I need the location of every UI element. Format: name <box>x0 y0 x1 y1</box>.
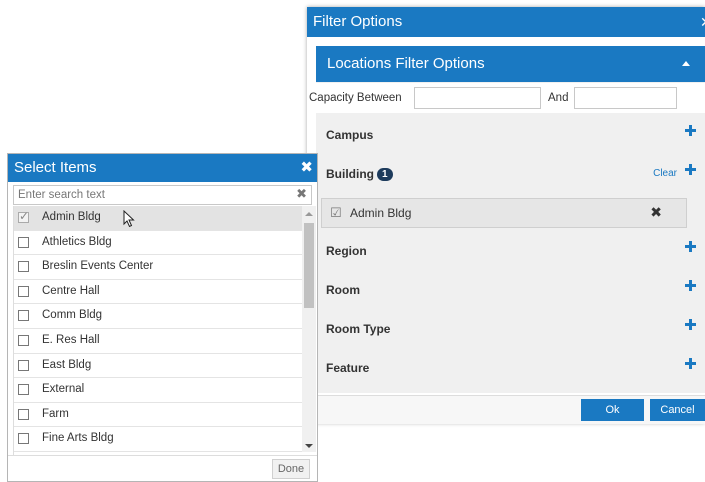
scroll-up-arrow-icon[interactable] <box>305 212 313 216</box>
locations-filter-panel: Locations Filter Options Capacity Betwee… <box>307 46 705 393</box>
list-item[interactable]: Comm Bldg <box>14 304 302 329</box>
add-icon[interactable] <box>685 164 696 175</box>
filter-row-building[interactable]: Building 1 Clear <box>316 155 705 194</box>
search-box: ✖ <box>13 185 312 205</box>
checkbox[interactable] <box>18 236 29 248</box>
checkbox[interactable] <box>18 285 29 297</box>
list-item[interactable]: Breslin Events Center <box>14 255 302 280</box>
filter-label-campus: Campus <box>326 128 374 142</box>
remove-icon[interactable]: ✖ <box>650 204 662 221</box>
checkbox[interactable] <box>18 433 29 445</box>
filter-options-dialog: Filter Options ✕ Locations Filter Option… <box>307 7 705 424</box>
list-scrollbar[interactable] <box>302 206 316 452</box>
capacity-row: Capacity Between And <box>307 83 705 113</box>
list-item[interactable]: E. Res Hall <box>14 328 302 354</box>
filter-label-feature: Feature <box>326 361 370 375</box>
list-item[interactable]: Athletics Bldg <box>14 230 302 256</box>
capacity-label: Capacity Between <box>309 92 402 104</box>
list-item-label: Athletics Bldg <box>42 235 112 248</box>
checkbox[interactable] <box>18 359 29 371</box>
filter-row-feature[interactable]: Feature <box>316 349 705 388</box>
clear-search-icon[interactable]: ✖ <box>296 186 307 202</box>
close-icon[interactable]: ✖ <box>300 154 313 182</box>
mouse-pointer-icon <box>123 210 135 228</box>
building-clear-link[interactable]: Clear <box>653 168 677 179</box>
checkmark-icon: ☑ <box>330 205 342 220</box>
search-input[interactable] <box>14 186 292 204</box>
scroll-down-arrow-icon[interactable] <box>305 444 313 448</box>
filter-label-room-type: Room Type <box>326 322 391 336</box>
close-icon[interactable]: ✕ <box>700 7 705 37</box>
checkbox[interactable] <box>18 384 29 396</box>
select-items-titlebar: Select Items ✖ <box>8 154 317 182</box>
list-item[interactable]: Admin Bldg <box>14 206 302 231</box>
filter-row-campus[interactable]: Campus <box>316 116 705 155</box>
collapse-caret-icon[interactable] <box>682 61 690 66</box>
filter-options-titlebar: Filter Options ✕ <box>307 7 705 37</box>
checkbox[interactable] <box>18 310 29 322</box>
filter-label-room: Room <box>326 283 360 297</box>
list-item-label: External <box>42 383 85 396</box>
list-item-label: East Bldg <box>42 358 92 371</box>
checkbox[interactable] <box>18 209 29 223</box>
capacity-max-input[interactable] <box>574 87 677 109</box>
list-item-label: E. Res Hall <box>42 333 100 346</box>
ok-button[interactable]: Ok <box>581 399 644 421</box>
list-item-label: Comm Bldg <box>42 309 103 322</box>
list-item-label: Centre Hall <box>42 284 100 297</box>
list-item[interactable]: East Bldg <box>14 353 302 379</box>
add-icon[interactable] <box>685 358 696 369</box>
done-button[interactable]: Done <box>272 459 310 479</box>
add-icon[interactable] <box>685 319 696 330</box>
select-items-dialog: Select Items ✖ ✖ Admin Bldg Athletics Bl… <box>7 153 318 482</box>
locations-filter-header[interactable]: Locations Filter Options <box>316 46 705 82</box>
filter-label-building: Building 1 <box>326 167 393 181</box>
list-item-label: Farm <box>42 407 69 420</box>
selected-building-chip: ☑ Admin Bldg ✖ <box>321 198 687 228</box>
scrollbar-thumb[interactable] <box>304 223 314 308</box>
list-item-label: Fine Arts Bldg <box>42 432 114 445</box>
filter-row-room-type[interactable]: Room Type <box>316 310 705 349</box>
select-items-title: Select Items <box>14 159 97 176</box>
capacity-and-label: And <box>548 92 569 104</box>
filter-options-footer: Ok Cancel <box>307 395 705 424</box>
list-item-label: Breslin Events Center <box>42 260 154 273</box>
cancel-button[interactable]: Cancel <box>650 399 705 421</box>
capacity-min-input[interactable] <box>414 87 541 109</box>
building-count-badge: 1 <box>377 168 393 181</box>
filter-label-region: Region <box>326 244 367 258</box>
checkbox[interactable] <box>18 408 29 420</box>
add-icon[interactable] <box>685 241 696 252</box>
add-icon[interactable] <box>685 125 696 136</box>
filter-options-title: Filter Options <box>313 13 403 30</box>
list-item[interactable]: Centre Hall <box>14 279 302 305</box>
selected-building-label: Admin Bldg <box>350 206 412 220</box>
filter-row-room[interactable]: Room <box>316 271 705 310</box>
list-item[interactable]: External <box>14 378 302 403</box>
locations-filter-title: Locations Filter Options <box>327 55 485 72</box>
building-label-text: Building <box>326 167 374 181</box>
filter-row-region[interactable]: Region <box>316 232 705 271</box>
list-item[interactable]: Fine Arts Bldg <box>14 427 302 452</box>
add-icon[interactable] <box>685 280 696 291</box>
list-item[interactable]: Farm <box>14 402 302 428</box>
select-items-footer: Done <box>8 455 317 482</box>
list-item-label: Admin Bldg <box>42 211 101 223</box>
checkbox[interactable] <box>18 261 29 273</box>
items-list: Admin Bldg Athletics Bldg Breslin Events… <box>13 206 318 456</box>
checkbox[interactable] <box>18 334 29 346</box>
